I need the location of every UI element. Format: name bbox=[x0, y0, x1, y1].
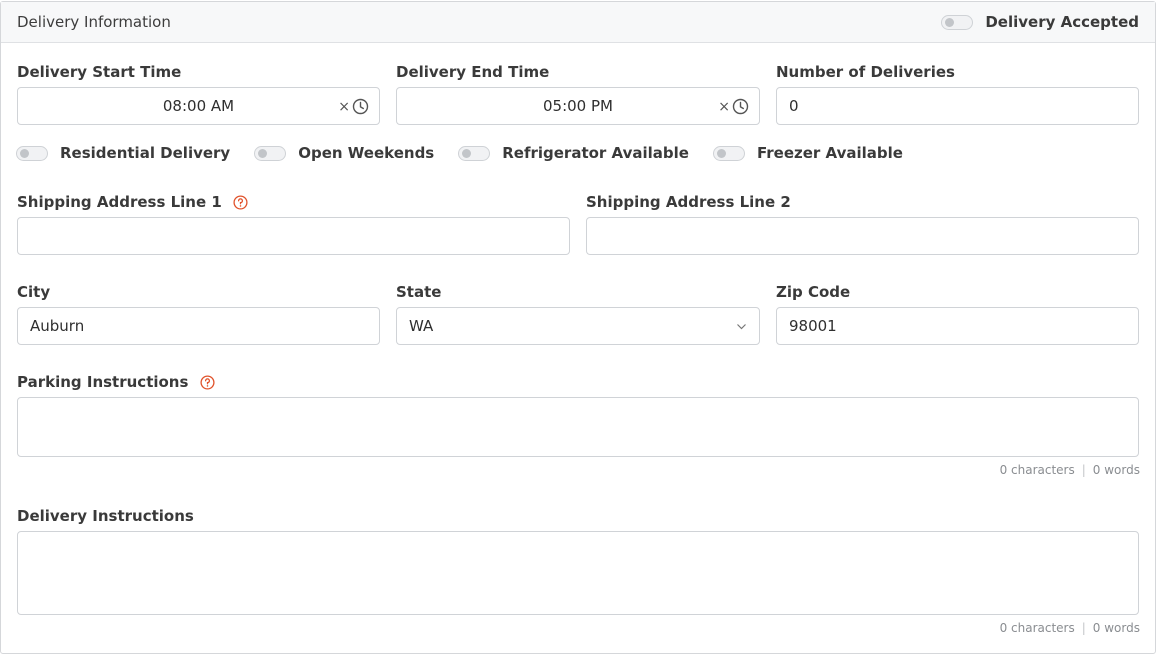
panel-title: Delivery Information bbox=[17, 13, 171, 31]
city-value: Auburn bbox=[30, 317, 85, 335]
parking-counter: 0 characters | 0 words bbox=[1000, 463, 1140, 477]
zip-value: 98001 bbox=[789, 317, 837, 335]
start-time-value: 08:00 AM bbox=[162, 97, 235, 115]
delivery-counter: 0 characters | 0 words bbox=[1000, 621, 1140, 635]
city-input[interactable]: Auburn bbox=[17, 307, 380, 345]
clock-icon[interactable] bbox=[352, 98, 369, 115]
open-weekends-label: Open Weekends bbox=[298, 144, 435, 162]
residential-delivery-label: Residential Delivery bbox=[60, 144, 231, 162]
counter-separator: | bbox=[1081, 463, 1086, 477]
freezer-available-switch[interactable]: Freezer Available bbox=[712, 144, 903, 162]
clear-end-time-icon[interactable]: × bbox=[718, 100, 730, 114]
parking-label-wrap: Parking Instructions bbox=[17, 373, 215, 391]
parking-label: Parking Instructions bbox=[17, 373, 189, 391]
refrigerator-available-label: Refrigerator Available bbox=[502, 144, 689, 162]
help-circle-icon[interactable] bbox=[233, 195, 248, 210]
delivery-accepted-label: Delivery Accepted bbox=[985, 13, 1139, 31]
freezer-available-toggle[interactable] bbox=[712, 145, 745, 161]
delivery-word-count: 0 words bbox=[1092, 621, 1140, 635]
address1-label: Shipping Address Line 1 bbox=[17, 193, 222, 211]
num-deliveries-input[interactable]: 0 bbox=[776, 87, 1139, 125]
delivery-char-count: 0 characters bbox=[999, 621, 1075, 635]
address1-label-wrap: Shipping Address Line 1 bbox=[17, 193, 248, 211]
delivery-accepted-switch[interactable]: Delivery Accepted bbox=[941, 13, 1139, 31]
freezer-available-label: Freezer Available bbox=[756, 144, 903, 162]
refrigerator-available-switch[interactable]: Refrigerator Available bbox=[458, 144, 689, 162]
clear-start-time-icon[interactable]: × bbox=[338, 100, 350, 114]
clock-icon[interactable] bbox=[732, 98, 749, 115]
delivery-instructions-label: Delivery Instructions bbox=[17, 507, 194, 525]
end-time-input[interactable]: 05:00 PM × bbox=[396, 87, 760, 125]
state-value: WA bbox=[409, 317, 434, 335]
open-weekends-toggle[interactable] bbox=[254, 145, 287, 161]
panel-header: Delivery Information Delivery Accepted bbox=[1, 2, 1155, 43]
num-deliveries-value: 0 bbox=[789, 97, 799, 115]
end-time-label: Delivery End Time bbox=[396, 63, 550, 81]
refrigerator-available-toggle[interactable] bbox=[458, 145, 491, 161]
state-select[interactable]: WA bbox=[396, 307, 760, 345]
delivery-accepted-toggle[interactable] bbox=[941, 14, 974, 30]
zip-label: Zip Code bbox=[776, 283, 851, 301]
start-time-input[interactable]: 08:00 AM × bbox=[17, 87, 380, 125]
address1-input[interactable] bbox=[17, 217, 570, 255]
parking-instructions-textarea[interactable] bbox=[17, 397, 1139, 457]
counter-separator: | bbox=[1081, 621, 1086, 635]
address2-label: Shipping Address Line 2 bbox=[586, 193, 791, 211]
chevron-down-icon[interactable] bbox=[736, 321, 747, 332]
state-label: State bbox=[396, 283, 442, 301]
open-weekends-switch[interactable]: Open Weekends bbox=[254, 144, 434, 162]
help-circle-icon[interactable] bbox=[200, 375, 215, 390]
zip-input[interactable]: 98001 bbox=[776, 307, 1139, 345]
city-label: City bbox=[17, 283, 51, 301]
end-time-value: 05:00 PM bbox=[543, 97, 613, 115]
residential-delivery-switch[interactable]: Residential Delivery bbox=[16, 144, 230, 162]
parking-char-count: 0 characters bbox=[999, 463, 1075, 477]
address2-input[interactable] bbox=[586, 217, 1139, 255]
start-time-label: Delivery Start Time bbox=[17, 63, 182, 81]
parking-word-count: 0 words bbox=[1092, 463, 1140, 477]
num-deliveries-label: Number of Deliveries bbox=[776, 63, 955, 81]
residential-delivery-toggle[interactable] bbox=[16, 145, 48, 161]
delivery-instructions-textarea[interactable] bbox=[17, 531, 1139, 615]
feature-switches: Residential Delivery Open Weekends Refri… bbox=[16, 144, 927, 162]
